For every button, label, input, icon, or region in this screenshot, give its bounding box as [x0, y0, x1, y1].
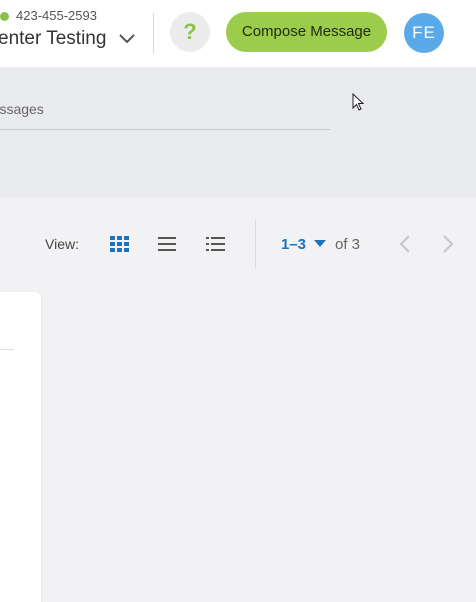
chevron-down-icon[interactable]	[118, 32, 136, 46]
mouse-cursor-icon	[352, 93, 364, 111]
account-selector[interactable]: enter Testing	[0, 28, 106, 50]
user-avatar[interactable]: FE	[404, 13, 444, 53]
view-toolbar: View: 1–3 of 3	[0, 197, 476, 292]
pager-total: of 3	[335, 236, 361, 253]
chevron-left-icon[interactable]	[398, 234, 412, 254]
status-dot-icon	[0, 12, 9, 21]
list-view-icon[interactable]	[155, 233, 179, 255]
top-header: 423-455-2593 enter Testing ? Compose Mes…	[0, 0, 476, 67]
compose-message-button[interactable]: Compose Message	[226, 12, 387, 52]
view-label: View:	[45, 236, 79, 252]
search-band	[0, 67, 476, 197]
caret-down-icon[interactable]	[314, 240, 326, 248]
phone-number: 423-455-2593	[16, 8, 97, 23]
toolbar-divider	[255, 219, 256, 269]
pager-range[interactable]: 1–3	[281, 236, 306, 253]
detailed-list-view-icon[interactable]	[203, 233, 227, 255]
message-card[interactable]	[0, 292, 41, 602]
grid-view-icon[interactable]	[107, 233, 131, 255]
help-button[interactable]: ?	[170, 12, 210, 52]
chevron-right-icon[interactable]	[441, 234, 455, 254]
card-divider	[0, 349, 14, 350]
message-grid-area	[0, 292, 476, 602]
header-divider	[153, 13, 154, 53]
search-messages-input[interactable]	[0, 89, 330, 130]
